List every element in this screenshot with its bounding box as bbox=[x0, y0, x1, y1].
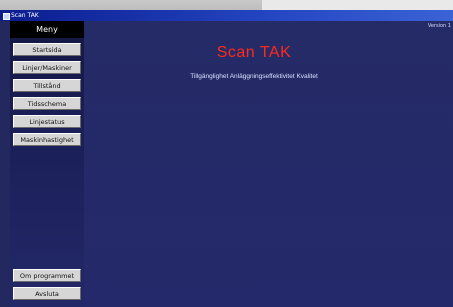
app-icon bbox=[3, 13, 10, 20]
app-title: Scan TAK bbox=[216, 44, 292, 61]
app-subtitle: Tillgänglighet Anläggningseffektivitet K… bbox=[190, 73, 318, 80]
om-programmet-button[interactable]: Om programmet bbox=[13, 269, 81, 282]
app-window: Scan TAK Meny Startsida Linjer/Maskiner … bbox=[0, 10, 453, 307]
window-title: Scan TAK bbox=[11, 12, 39, 19]
sidebar-menu: Meny Startsida Linjer/Maskiner Tillstånd… bbox=[10, 21, 84, 307]
maskinhastighet-button[interactable]: Maskinhastighet bbox=[13, 133, 81, 146]
startsida-button[interactable]: Startsida bbox=[13, 43, 81, 56]
menu-header: Meny bbox=[10, 21, 84, 38]
linjestatus-button[interactable]: Linjestatus bbox=[13, 115, 81, 128]
main-content: Version 1 Scan TAK Tillgänglighet Anlägg… bbox=[84, 21, 453, 307]
tidsschema-button[interactable]: Tidsschema bbox=[13, 97, 81, 110]
avsluta-button[interactable]: Avsluta bbox=[13, 287, 81, 300]
linjer-maskiner-button[interactable]: Linjer/Maskiner bbox=[13, 61, 81, 74]
version-label: Version 1 bbox=[427, 23, 451, 29]
title-bar[interactable]: Scan TAK bbox=[0, 10, 453, 21]
desktop-background bbox=[0, 0, 453, 10]
desktop-panel bbox=[262, 0, 453, 10]
tillstand-button[interactable]: Tillstånd bbox=[13, 79, 81, 92]
